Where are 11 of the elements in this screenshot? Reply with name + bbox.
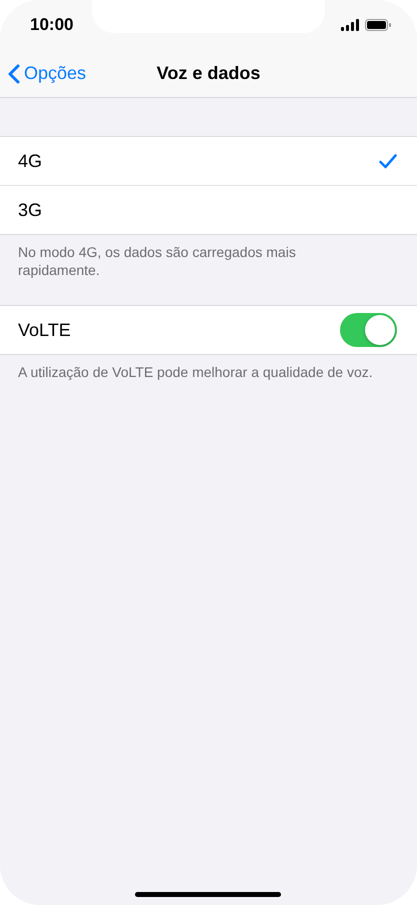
back-button[interactable]: Opções	[8, 50, 86, 97]
checkmark-icon	[379, 154, 397, 168]
status-time: 10:00	[30, 15, 74, 35]
network-footer-text: No modo 4G, os dados são carregados mais rapidamente.	[18, 243, 297, 279]
volte-footer-text: A utilização de VoLTE pode melhorar a qualidade de voz.	[18, 363, 374, 381]
volte-label: VoLTE	[18, 320, 71, 340]
page-title: Voz e dados	[156, 63, 260, 84]
battery-icon	[365, 19, 391, 31]
signal-icon	[341, 19, 359, 31]
chevron-left-icon	[8, 64, 20, 84]
volte-toggle[interactable]	[340, 313, 397, 347]
